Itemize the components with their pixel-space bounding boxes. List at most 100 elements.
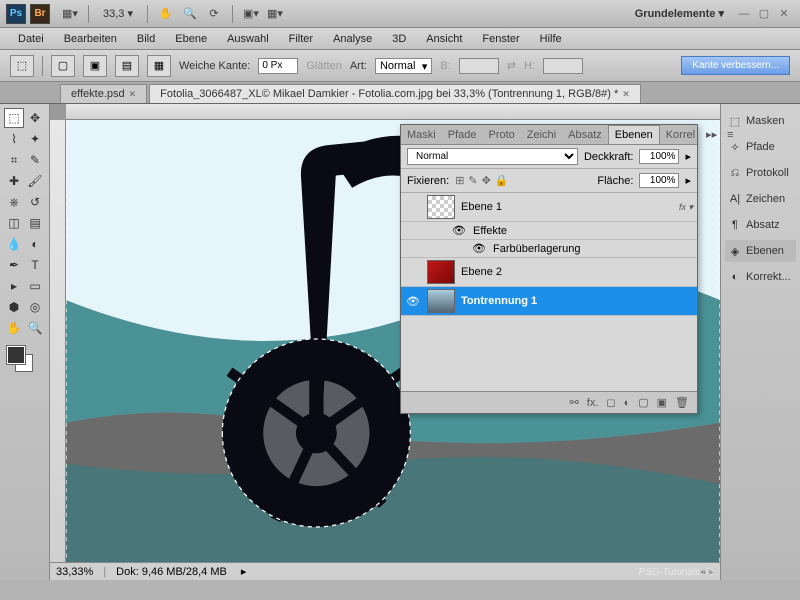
lock-transparency-icon[interactable]: ⊞ <box>455 174 464 187</box>
brush-tool[interactable]: 🖌 <box>25 171 45 191</box>
workspace-selector[interactable]: Grundelemente ▾ <box>625 7 734 20</box>
panel-tab-pfade[interactable]: Pfade <box>442 125 483 144</box>
eraser-tool[interactable]: ◫ <box>4 213 24 233</box>
gradient-tool[interactable]: ▤ <box>25 213 45 233</box>
menu-ansicht[interactable]: Ansicht <box>416 33 472 45</box>
visibility-toggle[interactable]: 👁 <box>471 242 487 255</box>
layer-thumbnail[interactable] <box>427 260 455 284</box>
zoom-tool[interactable]: 🔍 <box>25 318 45 338</box>
document-tab[interactable]: Fotolia_3066487_XL© Mikael Damkier - Fot… <box>149 84 641 103</box>
dock-history[interactable]: ⎌Protokoll <box>725 162 796 184</box>
history-brush-tool[interactable]: ↺ <box>25 192 45 212</box>
menu-fenster[interactable]: Fenster <box>472 33 529 45</box>
layer-name[interactable]: Farbüberlagerung <box>493 243 580 255</box>
blur-tool[interactable]: 💧 <box>4 234 24 254</box>
dock-adjust[interactable]: ◐Korrekt... <box>725 266 796 288</box>
tab-close-icon[interactable]: ✕ <box>129 89 137 100</box>
fill-input[interactable] <box>639 173 679 188</box>
menu-datei[interactable]: Datei <box>8 33 54 45</box>
marquee-tool[interactable]: ⬚ <box>4 108 24 128</box>
layer-thumbnail[interactable] <box>427 195 455 219</box>
layer-name[interactable]: Ebene 1 <box>461 201 502 213</box>
eyedropper-tool[interactable]: ✎ <box>25 150 45 170</box>
layer-row[interactable]: Ebene 1 fx ▾ <box>401 193 697 222</box>
layout-dropdown-icon[interactable]: ▦▾ <box>60 4 80 24</box>
crop-tool[interactable]: ⌗ <box>4 150 24 170</box>
panel-collapse-icon[interactable]: ▸▸ <box>701 128 722 141</box>
move-tool[interactable]: ✥ <box>25 108 45 128</box>
visibility-toggle[interactable]: 👁 <box>451 224 467 237</box>
lock-pixels-icon[interactable]: ✎ <box>468 174 477 187</box>
panel-tab-ebenen[interactable]: Ebenen <box>608 125 660 144</box>
shape-tool[interactable]: ▭ <box>25 276 45 296</box>
panel-menu-icon[interactable]: ≡ <box>722 129 738 141</box>
screen-mode-icon[interactable]: ▣▾ <box>241 4 261 24</box>
layer-mask-icon[interactable]: ◻ <box>606 396 615 409</box>
menu-analyse[interactable]: Analyse <box>323 33 382 45</box>
refine-edge-button[interactable]: Kante verbessern... <box>681 56 790 75</box>
menu-hilfe[interactable]: Hilfe <box>530 33 572 45</box>
dodge-tool[interactable]: ◐ <box>25 234 45 254</box>
wand-tool[interactable]: ✦ <box>25 129 45 149</box>
dock-paragraph[interactable]: ¶Absatz <box>725 214 796 236</box>
extras-icon[interactable]: ▦▾ <box>265 4 285 24</box>
selection-new-icon[interactable]: ▢ <box>51 55 75 77</box>
hand-tool[interactable]: ✋ <box>4 318 24 338</box>
foreground-color-swatch[interactable] <box>7 346 25 364</box>
link-layers-icon[interactable]: ⚯ <box>570 396 579 409</box>
opacity-input[interactable] <box>639 149 679 164</box>
menu-bild[interactable]: Bild <box>127 33 165 45</box>
layer-name[interactable]: Effekte <box>473 225 507 237</box>
layer-row[interactable]: 👁 Effekte <box>401 222 697 240</box>
rotate-icon[interactable]: ⟳ <box>204 4 224 24</box>
maximize-button[interactable]: ▢ <box>757 7 771 21</box>
tab-close-icon[interactable]: ✕ <box>622 89 630 100</box>
minimize-button[interactable]: — <box>737 7 751 21</box>
pen-tool[interactable]: ✒ <box>4 255 24 275</box>
visibility-toggle[interactable]: 👁 <box>405 295 421 308</box>
adjustment-layer-icon[interactable]: ◐ <box>624 397 631 409</box>
close-button[interactable]: ✕ <box>777 7 791 21</box>
menu-ebene[interactable]: Ebene <box>165 33 217 45</box>
selection-intersect-icon[interactable]: ▦ <box>147 55 171 77</box>
layer-row[interactable]: 👁 Farbüberlagerung <box>401 240 697 258</box>
layer-fx-icon[interactable]: fx. <box>587 397 599 409</box>
heal-tool[interactable]: ✚ <box>4 171 24 191</box>
selection-subtract-icon[interactable]: ▤ <box>115 55 139 77</box>
layer-group-icon[interactable]: ▢ <box>638 396 648 409</box>
lock-all-icon[interactable]: 🔒 <box>495 174 509 187</box>
menu-bearbeiten[interactable]: Bearbeiten <box>54 33 127 45</box>
path-select-tool[interactable]: ▸ <box>4 276 24 296</box>
panel-tab-zeichi[interactable]: Zeichi <box>521 125 562 144</box>
layer-row[interactable]: 👁 Tontrennung 1 <box>401 287 697 316</box>
3d-tool[interactable]: ⬢ <box>4 297 24 317</box>
layer-name[interactable]: Tontrennung 1 <box>461 295 537 307</box>
dock-character[interactable]: A|Zeichen <box>725 188 796 210</box>
color-swatches[interactable] <box>4 346 45 376</box>
lock-position-icon[interactable]: ✥ <box>482 174 491 187</box>
delete-layer-icon[interactable]: 🗑 <box>675 396 689 409</box>
marquee-tool-preset[interactable]: ⬚ <box>10 55 34 77</box>
feather-input[interactable] <box>258 58 298 74</box>
blend-mode-select[interactable]: Normal <box>407 148 578 165</box>
panel-tab-maski[interactable]: Maski <box>401 125 442 144</box>
document-tab[interactable]: effekte.psd✕ <box>60 84 147 103</box>
new-layer-icon[interactable]: ▣ <box>657 396 667 409</box>
fx-badge[interactable]: fx ▾ <box>679 202 693 213</box>
layer-thumbnail[interactable] <box>427 289 455 313</box>
bridge-icon[interactable]: Br <box>30 4 50 24</box>
dock-layers[interactable]: ◈Ebenen <box>725 240 796 262</box>
zoom-level[interactable]: 33,3 ▾ <box>95 7 141 20</box>
fill-flyout-icon[interactable]: ▸ <box>685 174 691 187</box>
selection-add-icon[interactable]: ▣ <box>83 55 107 77</box>
layer-row[interactable]: Ebene 2 <box>401 258 697 287</box>
status-doc-size[interactable]: Dok: 9,46 MB/28,4 MB <box>116 566 227 578</box>
menu-3d[interactable]: 3D <box>382 33 416 45</box>
type-tool[interactable]: T <box>25 255 45 275</box>
menu-filter[interactable]: Filter <box>279 33 323 45</box>
style-select[interactable]: Normal ▾ <box>375 58 432 74</box>
panel-tab-absatz[interactable]: Absatz <box>562 125 608 144</box>
lasso-tool[interactable]: ⌇ <box>4 129 24 149</box>
opacity-flyout-icon[interactable]: ▸ <box>685 150 691 163</box>
magnify-icon[interactable]: 🔍 <box>180 4 200 24</box>
